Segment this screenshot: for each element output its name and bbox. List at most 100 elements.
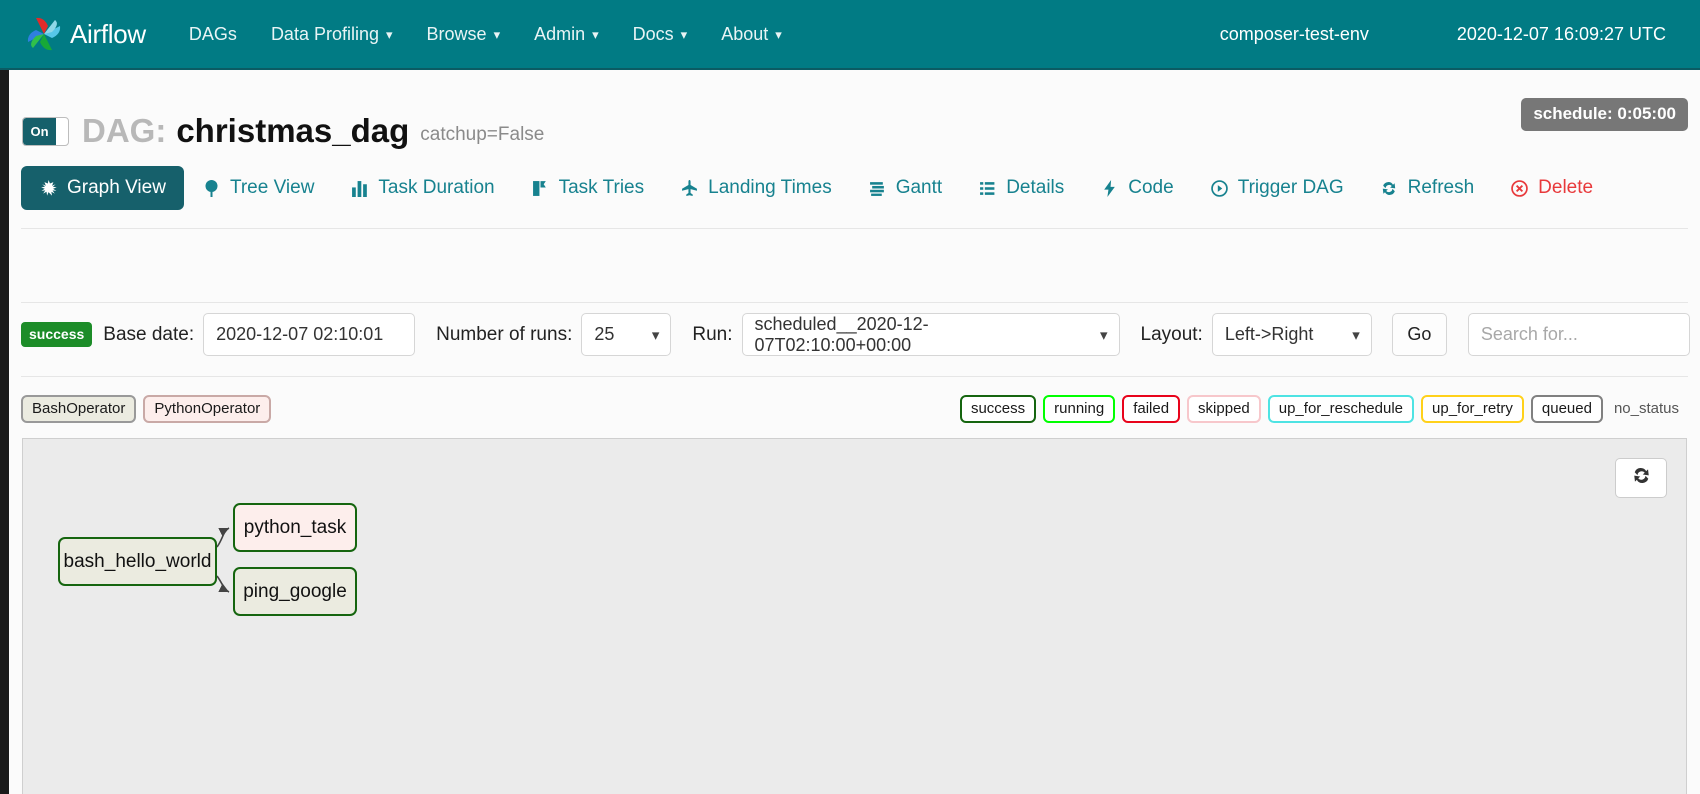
airflow-graph-view-page: Airflow DAGs Data Profiling ▾ Browse ▾ A…	[0, 0, 1700, 794]
nav-item-label: Admin	[534, 23, 586, 44]
tab-details[interactable]: Details	[960, 166, 1082, 210]
search-input[interactable]: Search for...	[1467, 313, 1690, 356]
base-date-input[interactable]: 2020-12-07 02:10:01	[203, 313, 416, 356]
go-button-label: Go	[1407, 324, 1432, 344]
chevron-down-icon: ▾	[680, 27, 688, 42]
refresh-icon	[1631, 466, 1652, 490]
tree-icon	[202, 179, 221, 198]
tab-label: Delete	[1538, 177, 1594, 198]
tab-label: Code	[1128, 177, 1174, 198]
graph-node-label: ping_google	[243, 580, 347, 602]
dag-graph-canvas[interactable]: bash_hello_world python_task ping_google	[22, 438, 1687, 794]
operator-legend: BashOperator PythonOperator	[21, 395, 272, 423]
play-circle-icon	[1210, 179, 1229, 198]
tab-gantt[interactable]: Gantt	[850, 166, 960, 210]
chevron-down-icon: ▾	[592, 27, 599, 42]
refresh-icon	[1380, 179, 1399, 198]
legend-state-queued[interactable]: queued	[1530, 395, 1603, 423]
chevron-down-icon: ▾	[386, 27, 393, 42]
graph-node-python-task[interactable]: python_task	[233, 503, 357, 552]
legend-state-skipped[interactable]: skipped	[1187, 395, 1261, 423]
filter-toolbar: success Base date: 2020-12-07 02:10:01 N…	[21, 313, 1690, 356]
nav-item-docs[interactable]: Docs ▾	[616, 0, 705, 69]
status-badge: success	[21, 322, 93, 347]
state-legend: success running failed skipped up_for_re…	[959, 395, 1688, 423]
number-of-runs-select-wrap: 25 ▾	[581, 313, 672, 356]
legend-state-running[interactable]: running	[1043, 395, 1116, 423]
layout-select-wrap: Left->Right ▾	[1211, 313, 1372, 356]
dag-pause-toggle[interactable]: On	[22, 116, 69, 146]
legend-state-failed[interactable]: failed	[1122, 395, 1181, 423]
legend-state-no-status: no_status	[1613, 400, 1679, 417]
asterisk-icon	[39, 179, 58, 198]
dag-title-row: On DAG: christmas_dag catchup=False	[22, 112, 544, 150]
tab-label: Trigger DAG	[1237, 177, 1344, 198]
legend-state-up-for-reschedule[interactable]: up_for_reschedule	[1267, 395, 1415, 423]
graph-node-label: python_task	[243, 516, 347, 538]
navbar-right-group: composer-test-env 2020-12-07 16:09:27 UT…	[1176, 24, 1700, 45]
run-label: Run:	[692, 323, 733, 345]
tab-tree-view[interactable]: Tree View	[184, 166, 332, 210]
tab-delete[interactable]: Delete	[1492, 166, 1611, 210]
divider-legend	[21, 376, 1688, 377]
bolt-icon	[1100, 179, 1119, 198]
legend-state-success[interactable]: success	[959, 395, 1037, 423]
environment-name: composer-test-env	[1219, 23, 1369, 44]
delete-circle-icon	[1510, 179, 1529, 198]
graph-refresh-button[interactable]	[1615, 458, 1667, 498]
nav-item-admin[interactable]: Admin ▾	[517, 0, 616, 69]
page-content: On DAG: christmas_dag catchup=False sche…	[9, 70, 1700, 794]
nav-item-browse[interactable]: Browse ▾	[410, 0, 518, 69]
legend-operator-python: PythonOperator	[143, 395, 272, 423]
go-button[interactable]: Go	[1391, 313, 1447, 356]
nav-item-about[interactable]: About ▾	[704, 0, 799, 69]
layout-select[interactable]: Left->Right	[1211, 313, 1372, 356]
run-select[interactable]: scheduled__2020-12-07T02:10:00+00:00	[741, 313, 1120, 356]
tab-landing-times[interactable]: Landing Times	[662, 166, 850, 210]
gantt-icon	[868, 179, 887, 198]
tab-task-duration[interactable]: Task Duration	[332, 166, 512, 210]
tab-graph-view[interactable]: Graph View	[21, 166, 184, 210]
dag-catchup-label: catchup=False	[420, 124, 545, 145]
graph-node-label: bash_hello_world	[63, 550, 212, 572]
edge-bash-to-ping	[216, 575, 230, 593]
list-icon	[978, 179, 997, 198]
nav-item-label: Docs	[632, 23, 674, 44]
dag-toggle-state-label: On	[23, 117, 56, 145]
tab-label: Refresh	[1407, 177, 1475, 198]
tab-label: Task Tries	[558, 177, 645, 198]
tab-task-tries[interactable]: Task Tries	[513, 166, 663, 210]
tab-label: Gantt	[895, 177, 943, 198]
chevron-down-icon: ▾	[775, 27, 782, 42]
chevron-down-icon: ▾	[493, 27, 501, 42]
tab-label: Details	[1006, 177, 1065, 198]
number-of-runs-label: Number of runs:	[436, 323, 573, 345]
nav-item-dags[interactable]: DAGs	[172, 0, 254, 69]
tab-code[interactable]: Code	[1082, 166, 1191, 210]
divider-top	[21, 228, 1688, 229]
flag-icon	[531, 179, 550, 198]
tab-refresh[interactable]: Refresh	[1362, 166, 1493, 210]
nav-item-data-profiling[interactable]: Data Profiling ▾	[254, 0, 410, 69]
utc-clock: 2020-12-07 16:09:27 UTC	[1456, 23, 1666, 44]
legend-state-up-for-retry[interactable]: up_for_retry	[1421, 395, 1524, 423]
legend-operator-bash: BashOperator	[21, 395, 137, 423]
schedule-badge: schedule: 0:05:00	[1521, 98, 1688, 131]
tab-label: Task Duration	[378, 177, 495, 198]
run-value: scheduled__2020-12-07T02:10:00+00:00	[754, 313, 929, 355]
plane-icon	[680, 179, 699, 198]
tab-label: Landing Times	[708, 177, 832, 198]
nav-item-label: About	[721, 23, 769, 44]
graph-node-ping-google[interactable]: ping_google	[233, 567, 357, 616]
brand-logo[interactable]: Airflow	[24, 14, 146, 54]
bar-chart-icon	[350, 179, 369, 198]
edge-bash-to-python	[216, 527, 230, 548]
number-of-runs-select[interactable]: 25	[581, 313, 672, 356]
left-edge-rail	[0, 0, 9, 794]
tab-trigger-dag[interactable]: Trigger DAG	[1192, 166, 1362, 210]
layout-label: Layout:	[1140, 323, 1203, 345]
tab-label: Graph View	[67, 177, 166, 198]
graph-node-bash-hello-world[interactable]: bash_hello_world	[58, 537, 217, 586]
brand-name: Airflow	[70, 18, 146, 49]
nav-item-label: Data Profiling	[270, 23, 379, 44]
